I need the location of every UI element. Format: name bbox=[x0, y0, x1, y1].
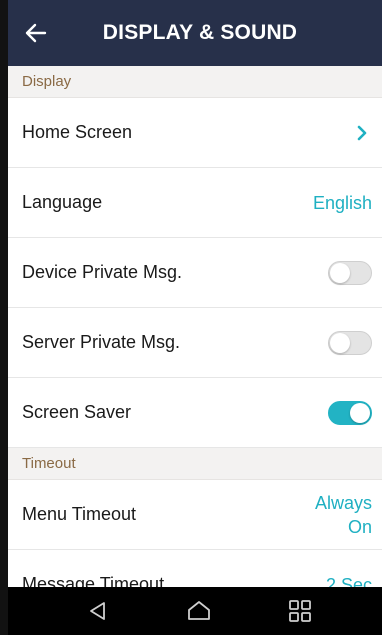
chevron-right-icon bbox=[352, 123, 372, 143]
system-nav-bar bbox=[8, 587, 382, 635]
language-value: English bbox=[312, 192, 372, 213]
server-private-msg-row: Server Private Msg. bbox=[8, 308, 382, 378]
device-frame: DISPLAY & SOUND Display Home Screen Lang… bbox=[0, 0, 382, 635]
menu-timeout-label: Menu Timeout bbox=[22, 504, 137, 524]
device-private-msg-label: Device Private Msg. bbox=[22, 262, 183, 282]
language-row[interactable]: Language English bbox=[8, 168, 382, 238]
menu-timeout-value-line1: Always bbox=[314, 492, 372, 513]
menu-timeout-row[interactable]: Menu Timeout Always On bbox=[8, 480, 382, 550]
server-private-msg-label: Server Private Msg. bbox=[22, 332, 181, 352]
toggle-knob bbox=[330, 332, 350, 353]
nav-home-button[interactable] bbox=[179, 591, 219, 631]
menu-timeout-value: Always On bbox=[302, 491, 372, 539]
screen-saver-label: Screen Saver bbox=[22, 402, 132, 422]
section-header-display: Display bbox=[8, 66, 382, 98]
device-private-msg-row: Device Private Msg. bbox=[8, 238, 382, 308]
grid-icon bbox=[288, 600, 311, 622]
home-screen-row[interactable]: Home Screen bbox=[8, 98, 382, 168]
home-screen-label: Home Screen bbox=[22, 122, 133, 142]
language-label: Language bbox=[22, 192, 103, 212]
section-header-timeout: Timeout bbox=[8, 448, 382, 480]
menu-timeout-value-line2: On bbox=[347, 516, 372, 537]
toggle-knob bbox=[350, 402, 370, 423]
device-private-msg-toggle[interactable] bbox=[328, 260, 372, 285]
app-bar: DISPLAY & SOUND bbox=[8, 0, 382, 66]
nav-recents-button[interactable] bbox=[280, 591, 320, 631]
settings-list: Display Home Screen Language English Dev… bbox=[8, 66, 382, 620]
triangle-back-icon bbox=[90, 602, 106, 620]
home-icon bbox=[188, 601, 210, 620]
nav-back-button[interactable] bbox=[78, 591, 118, 631]
server-private-msg-toggle[interactable] bbox=[328, 330, 372, 355]
screen-saver-row: Screen Saver bbox=[8, 378, 382, 448]
page-title: DISPLAY & SOUND bbox=[102, 21, 298, 44]
toggle-knob bbox=[330, 262, 350, 283]
screen-saver-toggle[interactable] bbox=[328, 400, 372, 425]
